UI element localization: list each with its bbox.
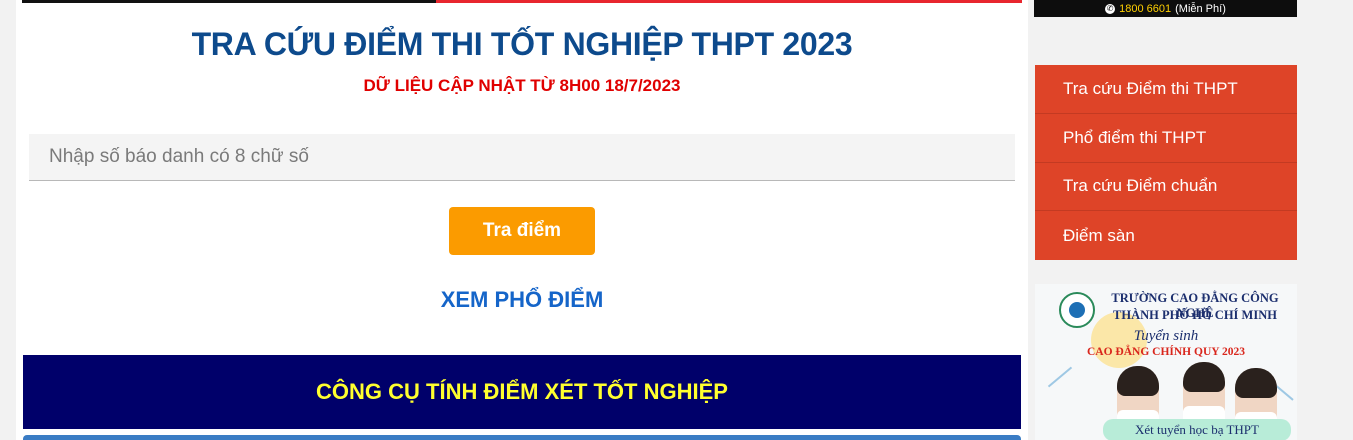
phone-icon: ✆ (1105, 3, 1116, 14)
ad-decor-line (1047, 366, 1073, 388)
hotline-number: 1800 6601 (1119, 2, 1172, 15)
top-accent-bar (22, 0, 1022, 3)
ad-program: CAO ĐẲNG CHÍNH QUY 2023 (1086, 346, 1246, 358)
ad-admission-pill: Xét tuyển học bạ THPT (1103, 419, 1291, 440)
sidebar-item-score-distribution[interactable]: Phổ điểm thi THPT (1035, 114, 1297, 163)
next-section-strip (23, 435, 1021, 440)
lookup-score-button[interactable]: Tra điểm (449, 207, 595, 255)
page-title: TRA CỨU ĐIỂM THI TỐT NGHIỆP THPT 2023 (191, 26, 853, 62)
registration-number-input[interactable] (29, 134, 1015, 181)
hotline-bar[interactable]: ✆ 1800 6601 (Miễn Phí) (1034, 0, 1297, 17)
sidebar-menu: Tra cứu Điểm thi THPT Phổ điểm thi THPT … (1035, 65, 1297, 260)
sidebar-item-benchmark-lookup[interactable]: Tra cứu Điểm chuẩn (1035, 163, 1297, 212)
banner-label: CÔNG CỤ TÍNH ĐIỂM XÉT TỐT NGHIỆP (316, 379, 728, 404)
ad-tagline: Tuyển sinh (1133, 328, 1199, 344)
main-content: TRA CỨU ĐIỂM THI TỐT NGHIỆP THPT 2023 DỮ… (16, 0, 1028, 440)
view-score-distribution-link[interactable]: XEM PHỔ ĐIỂM (16, 287, 1028, 313)
hotline-note: (Miễn Phí) (1175, 2, 1226, 15)
college-logo-icon (1059, 292, 1095, 328)
update-notice: DỮ LIỆU CẬP NHẬT TỪ 8H00 18/7/2023 (363, 76, 681, 95)
college-admission-ad[interactable]: TRƯỜNG CAO ĐẲNG CÔNG NGHỆ THÀNH PHỐ HỒ C… (1035, 284, 1297, 440)
ad-school-name-line2: THÀNH PHỐ HỒ CHÍ MINH (1113, 308, 1277, 322)
sidebar-item-floor-score[interactable]: Điểm sàn (1035, 211, 1297, 260)
sidebar-item-score-lookup[interactable]: Tra cứu Điểm thi THPT (1035, 65, 1297, 114)
graduation-calculator-banner[interactable]: CÔNG CỤ TÍNH ĐIỂM XÉT TỐT NGHIỆP (23, 355, 1021, 429)
top-accent-red (436, 0, 1022, 3)
